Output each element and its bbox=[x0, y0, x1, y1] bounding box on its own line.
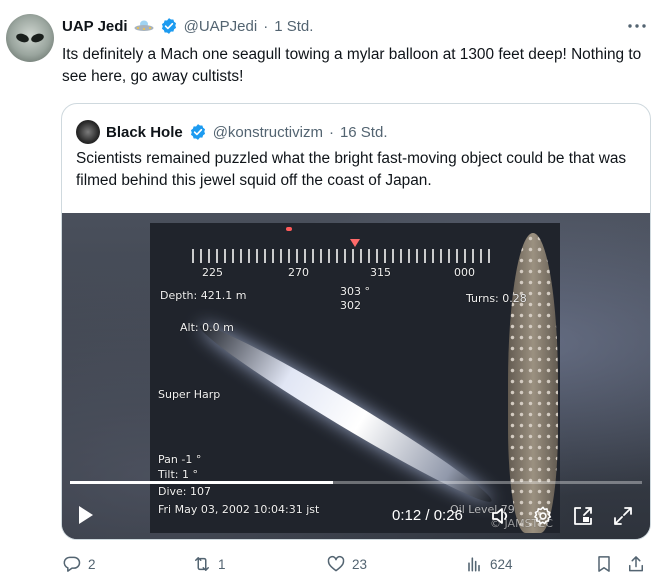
views-button[interactable]: 624 bbox=[464, 552, 513, 576]
date-readout: Fri May 03, 2002 10:04:31 jst bbox=[158, 503, 320, 516]
quoted-avatar bbox=[76, 120, 100, 144]
heading-readout-secondary: 302 bbox=[340, 299, 361, 312]
tweet[interactable]: UAP Jedi @UAPJedi · 1 Std. Its definitel… bbox=[0, 0, 663, 588]
compass-ticks bbox=[192, 249, 494, 263]
action-bar: 2 1 23 624 bbox=[62, 552, 650, 576]
fullscreen-icon[interactable] bbox=[612, 505, 634, 527]
avatar-eye bbox=[15, 32, 30, 44]
compass-marker-icon bbox=[350, 239, 360, 247]
timestamp[interactable]: 1 Std. bbox=[274, 18, 313, 35]
reply-count: 2 bbox=[88, 556, 96, 572]
quoted-author-name: Black Hole bbox=[106, 123, 183, 141]
tweet-header: UAP Jedi @UAPJedi · 1 Std. bbox=[62, 14, 313, 38]
compass-label: 225 bbox=[202, 266, 223, 279]
tilt-readout: Tilt: 1 ° bbox=[158, 468, 199, 481]
verified-badge-icon bbox=[189, 123, 207, 141]
camera-label: Super Harp bbox=[158, 388, 221, 401]
reply-button[interactable]: 2 bbox=[62, 552, 96, 576]
repost-icon bbox=[195, 557, 209, 571]
compass-label: 315 bbox=[370, 266, 391, 279]
altitude-readout: Alt: 0.0 m bbox=[180, 321, 234, 334]
video-progress-bar[interactable] bbox=[70, 481, 642, 484]
verified-badge-icon[interactable] bbox=[160, 17, 178, 35]
author-handle[interactable]: @UAPJedi bbox=[184, 18, 258, 35]
compass-label: 000 bbox=[454, 266, 475, 279]
video-timecode: 0:12 / 0:26 bbox=[392, 507, 463, 524]
depth-readout: Depth: 421.1 m bbox=[160, 289, 247, 302]
play-icon[interactable] bbox=[76, 503, 96, 527]
video-player[interactable]: 225 270 315 000 Depth: 421.1 m 303 ° 302… bbox=[62, 213, 650, 539]
share-button[interactable] bbox=[626, 552, 646, 576]
turns-readout: Turns: 0.28 bbox=[466, 292, 527, 305]
quoted-timestamp: 16 Std. bbox=[339, 123, 388, 141]
ufo-icon bbox=[134, 19, 154, 33]
views-chart-icon bbox=[468, 557, 480, 572]
quoted-tweet[interactable]: Black Hole @konstructivizm · 16 Std. Sci… bbox=[61, 103, 651, 540]
picture-in-picture-icon[interactable] bbox=[572, 505, 594, 527]
like-button[interactable]: 23 bbox=[326, 552, 367, 576]
compass-label: 270 bbox=[288, 266, 309, 279]
repost-count: 1 bbox=[218, 556, 226, 572]
dive-readout: Dive: 107 bbox=[158, 485, 212, 498]
views-count: 624 bbox=[490, 556, 513, 572]
jewel-squid-image bbox=[508, 233, 558, 533]
tweet-text: Its definitely a Mach one seagull towing… bbox=[62, 46, 642, 85]
heart-icon bbox=[327, 555, 345, 572]
heading-readout: 303 ° bbox=[340, 285, 370, 298]
volume-icon[interactable] bbox=[490, 505, 512, 527]
settings-gear-icon[interactable] bbox=[532, 505, 554, 527]
like-count: 23 bbox=[352, 556, 368, 572]
quoted-text: Scientists remained puzzled what the bri… bbox=[76, 150, 627, 189]
repost-button[interactable]: 1 bbox=[192, 552, 226, 576]
more-options-icon[interactable] bbox=[626, 16, 648, 36]
red-indicator bbox=[286, 227, 292, 231]
bookmark-button[interactable] bbox=[594, 552, 614, 576]
pan-readout: Pan -1 ° bbox=[158, 453, 202, 466]
avatar[interactable] bbox=[6, 14, 54, 62]
share-icon bbox=[629, 556, 643, 572]
video-progress-fill bbox=[70, 481, 334, 484]
quoted-author-handle: @konstructivizm bbox=[212, 123, 323, 141]
bookmark-icon bbox=[598, 556, 610, 572]
avatar-eye bbox=[30, 32, 45, 44]
separator: · bbox=[263, 17, 269, 35]
reply-icon bbox=[63, 556, 81, 572]
author-name[interactable]: UAP Jedi bbox=[62, 18, 128, 35]
quoted-header: Black Hole @konstructivizm · 16 Std. bbox=[76, 120, 388, 144]
separator: · bbox=[328, 123, 334, 141]
